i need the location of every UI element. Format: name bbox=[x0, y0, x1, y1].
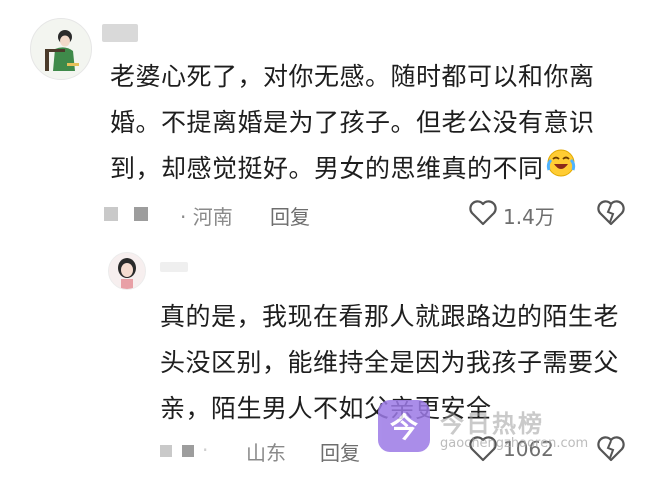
comment-meta-username-redacted bbox=[104, 202, 148, 226]
watermark-title: 今日热榜 bbox=[440, 410, 544, 438]
heart-icon bbox=[469, 200, 497, 226]
replier-avatar[interactable] bbox=[108, 252, 146, 290]
comment-location: · 河南 bbox=[180, 205, 233, 229]
commenter-avatar[interactable] bbox=[30, 18, 92, 80]
crying-laughing-emoji-icon bbox=[546, 147, 576, 193]
avatar-illustration bbox=[109, 253, 145, 289]
like-button[interactable] bbox=[469, 200, 497, 230]
comment-body: 老婆心死了，对你无感。随时都可以和你离婚。不提离婚是为了孩子。但老公没有意识到，… bbox=[110, 54, 620, 193]
comment-text: 老婆心死了，对你无感。随时都可以和你离婚。不提离婚是为了孩子。但老公没有意识到，… bbox=[110, 62, 595, 183]
dislike-button[interactable] bbox=[597, 200, 625, 230]
broken-heart-icon bbox=[597, 200, 625, 226]
reply-meta-username-redacted: · bbox=[160, 438, 208, 462]
watermark-logo: 今 bbox=[378, 400, 430, 452]
commenter-username-redacted bbox=[102, 24, 138, 42]
avatar-illustration bbox=[31, 19, 91, 79]
reply-reply-button[interactable]: 回复 bbox=[320, 437, 360, 466]
watermark-url: gaochengzhaoren.com bbox=[440, 436, 589, 451]
like-count: 1.4万 bbox=[503, 205, 555, 229]
reply-location: 山东 bbox=[246, 441, 286, 465]
replier-username-redacted bbox=[160, 262, 188, 272]
reply-dislike-button[interactable] bbox=[597, 436, 625, 466]
broken-heart-icon bbox=[597, 436, 625, 462]
comment-reply-button[interactable]: 回复 bbox=[270, 201, 310, 230]
